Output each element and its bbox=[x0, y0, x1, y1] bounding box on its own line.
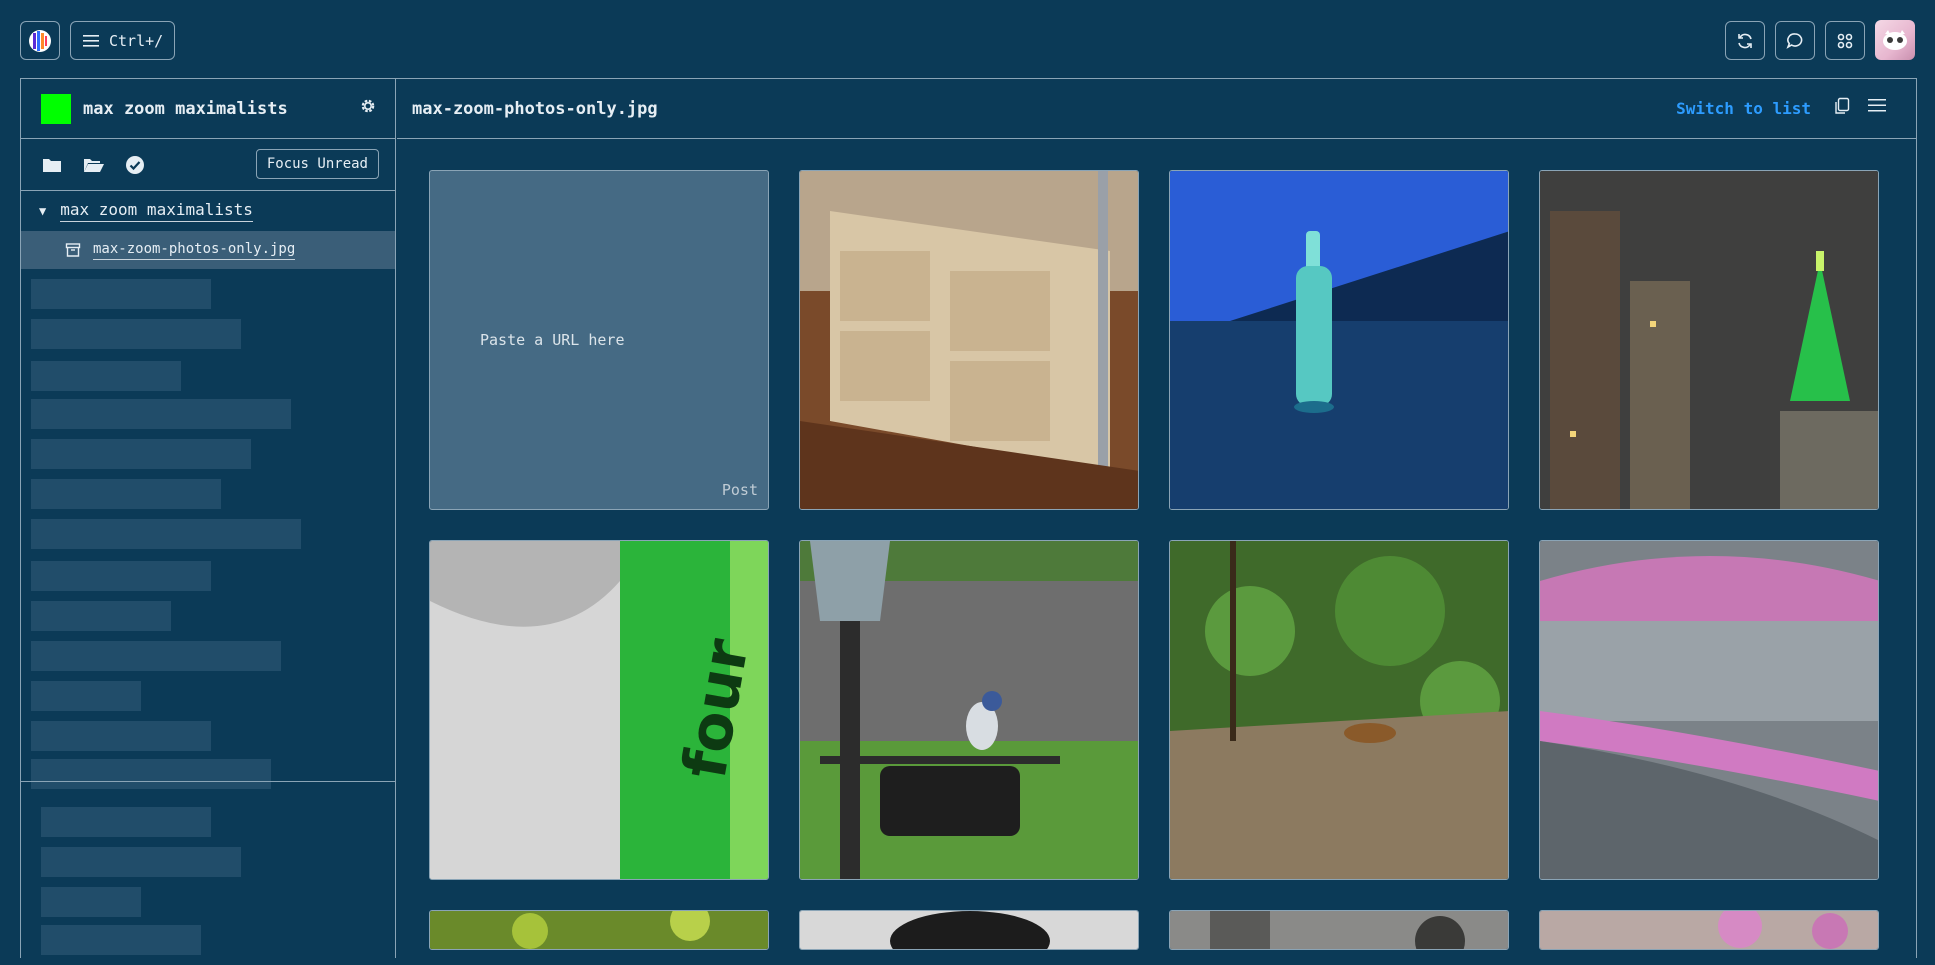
channel-header: max-zoom-photos-only.jpg Switch to list bbox=[397, 79, 1916, 139]
redacted-item bbox=[31, 561, 211, 591]
redacted-item bbox=[31, 759, 271, 789]
avatar-cat-icon bbox=[1883, 30, 1907, 50]
paste-url-input[interactable]: Paste a URL here bbox=[480, 331, 625, 349]
photo-pole bbox=[1170, 911, 1508, 949]
photo-drawers bbox=[800, 171, 1138, 509]
redacted-item bbox=[31, 681, 141, 711]
redacted-item bbox=[41, 925, 201, 955]
photo-tile[interactable] bbox=[799, 540, 1139, 880]
post-button[interactable]: Post bbox=[722, 481, 758, 499]
redacted-item bbox=[41, 847, 241, 877]
folder-open-icon bbox=[84, 159, 104, 172]
photo-tile[interactable] bbox=[1169, 540, 1509, 880]
workspace-header: max zoom maximalists bbox=[21, 79, 395, 139]
redacted-item bbox=[31, 601, 171, 631]
redacted-item bbox=[41, 807, 211, 837]
open-folder-button[interactable] bbox=[83, 154, 105, 176]
sidebar: max zoom maximalists Focus Unread ▼ max … bbox=[21, 79, 396, 958]
redacted-item bbox=[31, 319, 241, 349]
redacted-item bbox=[31, 279, 211, 309]
photo-tile[interactable] bbox=[1169, 910, 1509, 950]
redacted-item bbox=[31, 641, 281, 671]
redacted-item bbox=[31, 721, 211, 751]
photo-tile[interactable] bbox=[1539, 910, 1879, 950]
photo-chipmunk bbox=[1170, 541, 1508, 879]
photo-tile[interactable] bbox=[1539, 540, 1879, 880]
refresh-icon bbox=[1738, 33, 1752, 48]
redacted-item bbox=[31, 439, 251, 469]
workspace-name: max zoom maximalists bbox=[83, 98, 288, 119]
channel-title: max-zoom-photos-only.jpg bbox=[412, 98, 658, 119]
folder-button[interactable] bbox=[41, 154, 63, 176]
mark-read-button[interactable] bbox=[124, 154, 146, 176]
folder-icon bbox=[43, 159, 61, 172]
workspace-color-swatch bbox=[41, 93, 71, 124]
sidebar-divider bbox=[21, 781, 396, 782]
chat-icon bbox=[1786, 32, 1803, 49]
photo-tile[interactable] bbox=[429, 910, 769, 950]
redacted-item bbox=[31, 479, 221, 509]
app-logo-icon bbox=[29, 29, 51, 52]
photo-foliage bbox=[430, 911, 768, 949]
menu-button[interactable]: Ctrl+/ bbox=[70, 21, 175, 60]
photo-tile[interactable] bbox=[799, 910, 1139, 950]
check-circle-icon bbox=[126, 156, 144, 174]
redacted-item bbox=[31, 361, 181, 391]
photo-car-petals bbox=[1540, 541, 1878, 879]
menu-lines-icon[interactable] bbox=[1868, 97, 1886, 113]
app-logo-button[interactable] bbox=[20, 21, 60, 60]
photo-bluejay bbox=[800, 541, 1138, 879]
tree-workspace-label: max zoom maximalists bbox=[60, 200, 253, 222]
menu-shortcut-label: Ctrl+/ bbox=[109, 31, 164, 50]
photo-blossoms bbox=[1540, 911, 1878, 949]
refresh-button[interactable] bbox=[1725, 21, 1765, 60]
photo-tile[interactable] bbox=[1539, 170, 1879, 510]
paste-url-card[interactable]: Paste a URL here Post bbox=[429, 170, 769, 510]
photo-can-cloth: four bbox=[430, 541, 768, 879]
switch-to-list-link[interactable]: Switch to list bbox=[1676, 99, 1811, 118]
gear-icon[interactable] bbox=[359, 97, 377, 115]
photo-bottle bbox=[1170, 171, 1508, 509]
photo-sign bbox=[800, 911, 1138, 949]
focus-unread-button[interactable]: Focus Unread bbox=[255, 149, 379, 179]
tree-workspace-item[interactable]: ▼ max zoom maximalists bbox=[21, 191, 395, 231]
user-avatar[interactable] bbox=[1875, 20, 1915, 60]
main-frame: max zoom maximalists Focus Unread ▼ max … bbox=[20, 78, 1917, 958]
redacted-item bbox=[41, 887, 141, 917]
integrations-button[interactable] bbox=[1825, 21, 1865, 60]
top-bar: Ctrl+/ bbox=[0, 0, 1935, 80]
tree-file-label: max-zoom-photos-only.jpg bbox=[93, 241, 296, 260]
redacted-item bbox=[31, 519, 301, 549]
caret-down-icon[interactable]: ▼ bbox=[39, 204, 46, 218]
hamburger-icon bbox=[83, 34, 99, 47]
photo-tile[interactable]: four bbox=[429, 540, 769, 880]
tree-file-item[interactable]: max-zoom-photos-only.jpg bbox=[21, 231, 395, 269]
photo-tile[interactable] bbox=[799, 170, 1139, 510]
puzzle-icon bbox=[1837, 33, 1853, 48]
archive-icon bbox=[65, 243, 81, 257]
chat-button[interactable] bbox=[1775, 21, 1815, 60]
photo-tile[interactable] bbox=[1169, 170, 1509, 510]
main-panel: max-zoom-photos-only.jpg Switch to list … bbox=[397, 79, 1916, 958]
redacted-item bbox=[31, 399, 291, 429]
sidebar-toolbar: Focus Unread bbox=[21, 139, 395, 191]
photo-city-night bbox=[1540, 171, 1878, 509]
copy-icon[interactable] bbox=[1834, 97, 1850, 115]
